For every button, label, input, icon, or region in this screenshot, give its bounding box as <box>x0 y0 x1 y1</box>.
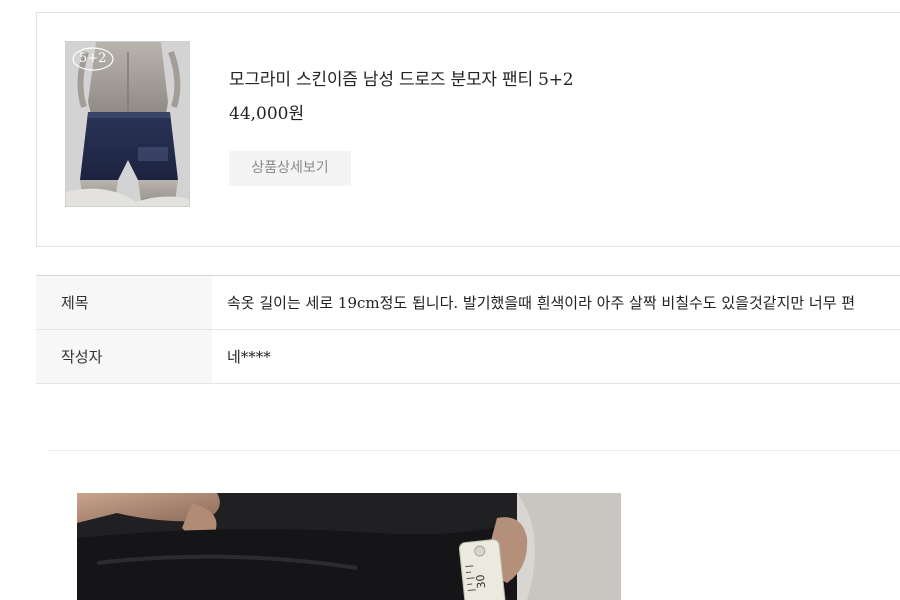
review-info-table: 제목 속옷 길이는 세로 19cm정도 됩니다. 발기했을때 흰색이라 아주 살… <box>36 275 900 384</box>
product-price: 44,000원 <box>229 104 305 124</box>
review-photo[interactable]: 30 <box>77 493 621 600</box>
product-image <box>66 42 189 206</box>
product-card: 5+2 모그라미 스킨이즘 남성 드로즈 분모자 팬티 5+2 44,000원 … <box>36 12 900 247</box>
page: 5+2 모그라미 스킨이즘 남성 드로즈 분모자 팬티 5+2 44,000원 … <box>0 0 900 600</box>
view-product-details-button[interactable]: 상품상세보기 <box>229 151 351 186</box>
product-title[interactable]: 모그라미 스킨이즘 남성 드로즈 분모자 팬티 5+2 <box>229 65 574 90</box>
ruler-marking: 30 <box>473 573 489 590</box>
review-author-value: 네**** <box>227 348 271 366</box>
review-title-row: 제목 속옷 길이는 세로 19cm정도 됩니다. 발기했을때 흰색이라 아주 살… <box>36 276 900 330</box>
product-thumbnail[interactable]: 5+2 <box>65 41 190 207</box>
review-author-label: 작성자 <box>36 330 212 383</box>
review-title-value: 속옷 길이는 세로 19cm정도 됩니다. 발기했을때 흰색이라 아주 살짝 비… <box>227 294 856 312</box>
product-badge: 5+2 <box>79 51 107 66</box>
review-author-row: 작성자 네**** <box>36 330 900 384</box>
review-photo-image <box>77 493 621 600</box>
content-divider <box>48 450 900 451</box>
review-title-label: 제목 <box>36 276 212 329</box>
